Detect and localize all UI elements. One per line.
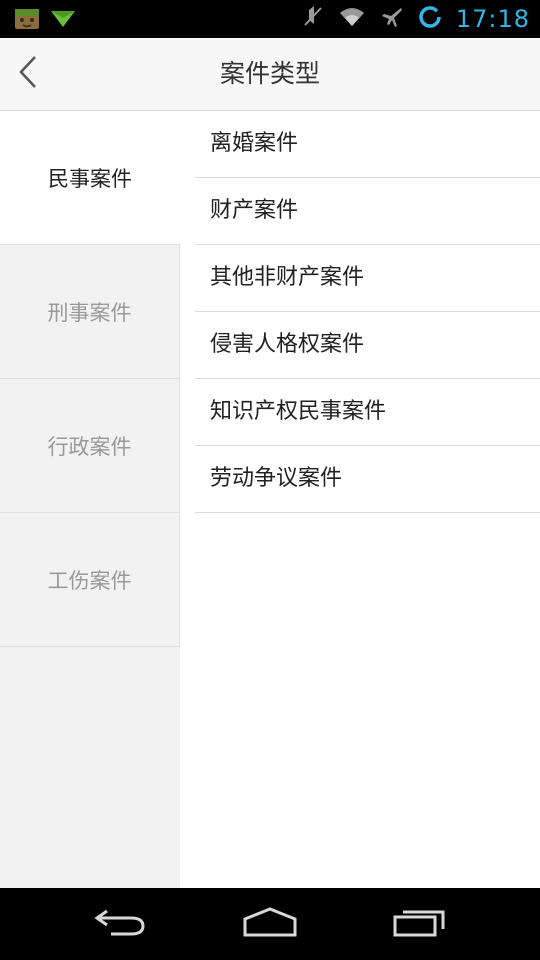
back-button[interactable] [8,50,48,98]
status-icons: 17:18 [302,0,530,38]
home-nav-button[interactable] [230,902,310,946]
mute-icon [302,5,324,33]
category-list: 民事案件 刑事案件 行政案件 工伤案件 [0,111,180,888]
subtype-item-divorce[interactable]: 离婚案件 [195,111,540,178]
title-bar: 案件类型 [0,38,540,111]
navigation-bar [0,888,540,960]
app-notification-icon [14,7,40,35]
chevron-left-icon [18,55,38,93]
subtype-item-intellectual-property[interactable]: 知识产权民事案件 [195,379,540,446]
status-bar: 17:18 [0,0,540,38]
content-area: 民事案件 刑事案件 行政案件 工伤案件 离婚案件 财产案件 其他非财产案件 侵害… [0,111,540,888]
category-item-criminal[interactable]: 刑事案件 [0,245,180,379]
page-title: 案件类型 [219,59,320,88]
subtype-item-personality-rights[interactable]: 侵害人格权案件 [195,312,540,379]
subtype-list: 离婚案件 财产案件 其他非财产案件 侵害人格权案件 知识产权民事案件 劳动争议案… [195,111,540,513]
recent-apps-icon [393,907,447,941]
home-nav-icon [242,907,298,941]
recent-apps-button[interactable] [380,902,460,946]
status-time: 17:18 [455,5,530,33]
screen: 17:18 案件类型 民事案件 刑事案件 行政案件 工伤案件 离婚案件 财产案件… [0,0,540,960]
back-nav-icon [93,907,147,941]
subtype-item-labor-dispute[interactable]: 劳动争议案件 [195,446,540,513]
paper-plane-icon [50,10,76,32]
category-item-label: 民事案件 [48,166,132,191]
category-item-label: 刑事案件 [47,300,132,325]
category-item-civil[interactable]: 民事案件 [0,111,180,245]
sync-icon [418,5,442,33]
category-item-work-injury[interactable]: 工伤案件 [0,513,180,647]
category-item-administrative[interactable]: 行政案件 [0,379,180,513]
subtype-item-property[interactable]: 财产案件 [195,178,540,245]
wifi-icon [338,6,366,32]
airplane-mode-icon [380,5,404,33]
category-item-label: 行政案件 [47,434,132,459]
category-item-label: 工伤案件 [47,568,132,593]
subtype-item-other-non-property[interactable]: 其他非财产案件 [195,245,540,312]
back-nav-button[interactable] [80,902,160,946]
